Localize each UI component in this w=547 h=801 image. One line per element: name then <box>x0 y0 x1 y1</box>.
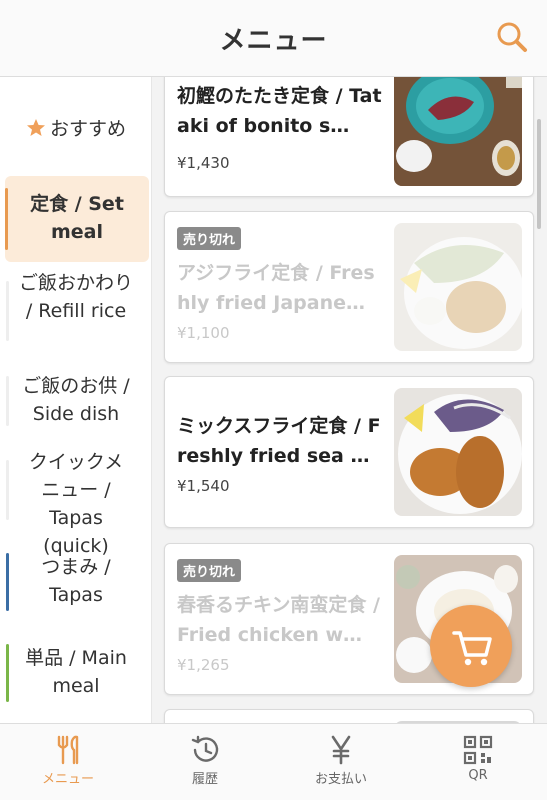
menu-item-photo <box>394 223 522 351</box>
sold-out-badge: 売り切れ <box>177 559 242 582</box>
sidebar-item-label: ご飯のお供 / Side dish <box>22 375 130 425</box>
category-divider <box>6 281 9 341</box>
search-icon[interactable] <box>495 20 529 54</box>
tab-history[interactable]: 履歴 <box>137 724 273 801</box>
menu-item-price: ¥1,540 <box>177 477 230 495</box>
tab-qr[interactable]: QR <box>410 724 546 801</box>
history-icon <box>191 735 219 762</box>
menu-item-name: 初鰹のたたき定食 / Tataki of bonito s… <box>177 85 382 137</box>
category-color-bar <box>6 553 9 611</box>
category-divider <box>6 376 9 426</box>
menu-item-name: 春香るチキン南蛮定食 / Fried chicken w… <box>177 594 380 646</box>
sidebar-item-recommended[interactable]: おすすめ <box>0 115 151 149</box>
sidebar-item-label: おすすめ <box>49 118 126 140</box>
page-title: メニュー <box>219 26 328 56</box>
menu-item-price: ¥1,430 <box>177 154 230 172</box>
category-divider <box>6 460 9 520</box>
star-icon <box>26 119 45 136</box>
menu-item-name: アジフライ定食 / Freshly fried Japane… <box>177 262 375 314</box>
tab-label: メニュー <box>41 772 94 787</box>
category-sidebar: おすすめ 定食 / Set meal ご飯おかわり / Refill rice … <box>0 77 152 723</box>
menu-item-name: ミックスフライ定食 / Freshly fried sea … <box>177 415 381 467</box>
cart-icon <box>452 631 492 666</box>
sidebar-item-tapas[interactable]: つまみ / Tapas <box>0 553 151 611</box>
menu-item-card[interactable]: 初鰹のたたき定食 / Tataki of bonito s… ¥1,430 <box>164 77 534 197</box>
menu-item-price: ¥1,265 <box>177 656 230 674</box>
menu-item-card[interactable] <box>164 709 534 723</box>
menu-item-card[interactable]: 売り切れ アジフライ定食 / Freshly fried Japane… ¥1,… <box>164 211 534 363</box>
sidebar-item-label: 定食 / Set meal <box>30 193 124 243</box>
sidebar-item-side-dish[interactable]: ご飯のお供 / Side dish <box>0 372 151 430</box>
qr-icon <box>463 735 493 765</box>
sidebar-item-label: つまみ / Tapas <box>41 556 111 606</box>
menu-item-photo <box>394 77 522 186</box>
cart-button[interactable] <box>430 605 512 687</box>
menu-item-price: ¥1,100 <box>177 324 230 342</box>
sidebar-item-main-meal[interactable]: 単品 / Main meal <box>0 644 151 702</box>
tab-payment[interactable]: お支払い <box>273 724 409 801</box>
sidebar-item-label: ご飯おかわり / Refill rice <box>18 272 133 322</box>
app-header: メニュー <box>0 0 547 77</box>
tab-label: QR <box>468 768 488 783</box>
sidebar-item-label: 単品 / Main meal <box>25 647 127 697</box>
tab-label: 履歴 <box>191 772 218 787</box>
utensils-icon <box>57 735 79 765</box>
active-indicator <box>5 188 8 250</box>
menu-item-card[interactable]: ミックスフライ定食 / Freshly fried sea … ¥1,540 <box>164 376 534 528</box>
sidebar-item-refill-rice[interactable]: ご飯おかわり / Refill rice <box>0 269 151 355</box>
sidebar-item-label: クイックメニュー / Tapas (quick) <box>28 451 124 557</box>
yen-icon <box>331 735 351 765</box>
sidebar-item-set-meal[interactable]: 定食 / Set meal <box>5 176 149 262</box>
scrollbar[interactable] <box>537 119 541 229</box>
sold-out-badge: 売り切れ <box>177 227 242 250</box>
menu-item-photo <box>394 388 522 516</box>
tab-menu[interactable]: メニュー <box>0 724 136 801</box>
bottom-tab-bar: メニュー 履歴 お支払い QR <box>0 723 547 800</box>
tab-label: お支払い <box>314 772 367 787</box>
category-color-bar <box>6 644 9 702</box>
sidebar-item-tapas-quick[interactable]: クイックメニュー / Tapas (quick) <box>0 448 151 557</box>
